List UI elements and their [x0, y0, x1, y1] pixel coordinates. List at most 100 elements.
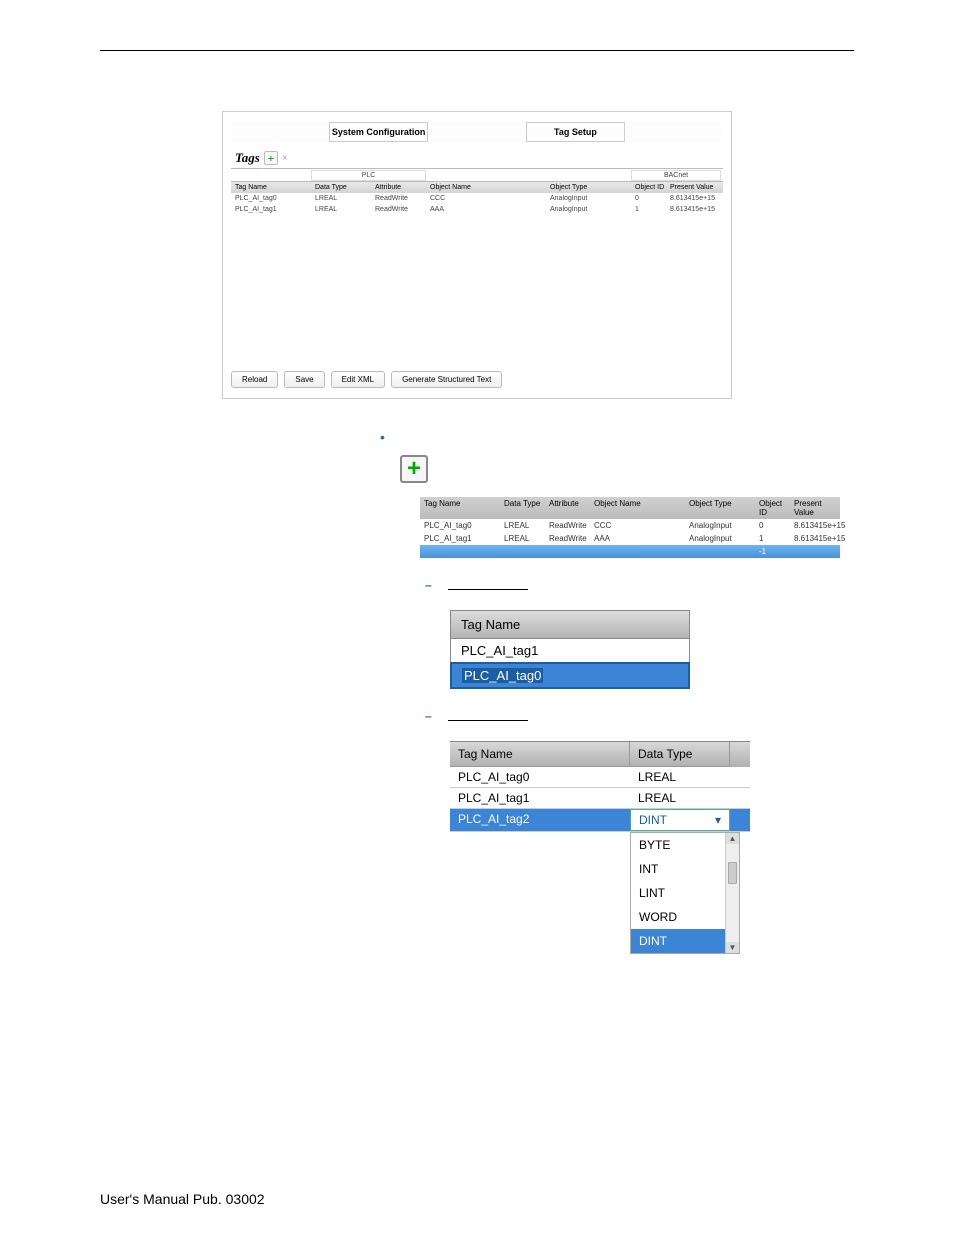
- col-tag-name[interactable]: Tag Name: [451, 611, 689, 639]
- col-data-type[interactable]: Data Type: [630, 742, 730, 767]
- col-data-type[interactable]: Data Type: [311, 182, 371, 193]
- dropdown-option[interactable]: BYTE: [631, 833, 725, 857]
- cell-dt: LREAL: [500, 519, 545, 532]
- dropdown-option[interactable]: LINT: [631, 881, 725, 905]
- cell-dt: [500, 545, 545, 558]
- dropdown-option[interactable]: INT: [631, 857, 725, 881]
- cell-ot: [685, 545, 755, 558]
- footer-text: User's Manual Pub. 03002: [100, 1191, 265, 1207]
- cell-attr: ReadWrite: [545, 519, 590, 532]
- close-icon[interactable]: ×: [282, 153, 288, 164]
- cell-pv: 8.613415e+15: [666, 204, 721, 215]
- table-row[interactable]: PLC_AI_tag1: [451, 639, 689, 663]
- scroll-up-icon[interactable]: ▲: [726, 833, 739, 844]
- tag-table-highlighted: Tag Name Data Type Attribute Object Name…: [420, 497, 840, 558]
- cell-tag: PLC_AI_tag1: [420, 532, 500, 545]
- col-attribute[interactable]: Attribute: [545, 497, 590, 519]
- chevron-down-icon: ▾: [715, 813, 721, 827]
- cell-pv: 8.613415e+15: [790, 519, 840, 532]
- col-present-value[interactable]: Present Value: [790, 497, 840, 519]
- cell-pv: [790, 545, 840, 558]
- group-bacnet: BACnet: [631, 170, 721, 181]
- plus-icon[interactable]: +: [264, 151, 278, 165]
- cell-pv: 8.613415e+15: [790, 532, 840, 545]
- table-row[interactable]: PLC_AI_tag0 LREAL: [450, 767, 750, 788]
- col-tag-name[interactable]: Tag Name: [231, 182, 311, 193]
- select-value: DINT: [639, 813, 667, 827]
- scroll-down-icon[interactable]: ▼: [726, 942, 739, 953]
- col-object-type[interactable]: Object Type: [685, 497, 755, 519]
- col-attribute[interactable]: Attribute: [371, 182, 426, 193]
- cell-dt: LREAL: [311, 193, 371, 204]
- tag-name-column-edit: Tag Name PLC_AI_tag1 PLC_AI_tag0: [450, 610, 690, 689]
- data-type-select[interactable]: DINT ▾: [630, 809, 730, 831]
- dash-icon: –: [425, 709, 432, 723]
- tab-tag-setup[interactable]: Tag Setup: [526, 122, 624, 142]
- tag-setup-panel: System Configuration Tag Setup Tags + × …: [222, 111, 732, 399]
- cell-oid: 0: [755, 519, 790, 532]
- col-object-id[interactable]: Object ID: [631, 182, 666, 193]
- table-row[interactable]: PLC_AI_tag1 LREAL ReadWrite AAA AnalogIn…: [231, 204, 723, 215]
- edit-input[interactable]: PLC_AI_tag0: [462, 668, 543, 683]
- table-body: [231, 215, 723, 365]
- scrollbar[interactable]: ▲ ▼: [725, 833, 739, 953]
- tab-system-config[interactable]: System Configuration: [329, 122, 427, 142]
- table-row[interactable]: PLC_AI_tag0 LREAL ReadWrite CCC AnalogIn…: [231, 193, 723, 204]
- table-row[interactable]: PLC_AI_tag1 LREAL: [450, 788, 750, 809]
- group-plc: PLC: [311, 170, 426, 181]
- table-row[interactable]: PLC_AI_tag0 LREAL ReadWrite CCC AnalogIn…: [420, 519, 840, 532]
- table-row-new[interactable]: -1: [420, 545, 840, 558]
- cell-ot: AnalogInput: [546, 204, 631, 215]
- cell-tag: PLC_AI_tag1: [450, 788, 630, 808]
- cell-dt: LREAL: [500, 532, 545, 545]
- table-header: Tag Name Data Type Attribute Object Name…: [420, 497, 840, 519]
- cell-on: CCC: [426, 193, 546, 204]
- group-header-row: PLC BACnet: [231, 170, 723, 181]
- col-object-id[interactable]: Object ID: [755, 497, 790, 519]
- cell-dt: LREAL: [630, 788, 730, 808]
- tab-spacer3: [625, 122, 723, 142]
- col-tag-name[interactable]: Tag Name: [450, 742, 630, 767]
- cell-oid: -1: [755, 545, 790, 558]
- cell-ot: AnalogInput: [685, 532, 755, 545]
- bullet-icon: •: [380, 429, 385, 445]
- scroll-thumb[interactable]: [728, 862, 737, 884]
- plus-icon[interactable]: +: [400, 455, 428, 483]
- col-data-type[interactable]: Data Type: [500, 497, 545, 519]
- dropdown-option-selected[interactable]: DINT: [631, 929, 725, 953]
- generate-st-button[interactable]: Generate Structured Text: [391, 371, 502, 388]
- underline: [448, 580, 528, 590]
- cell-attr: ReadWrite: [545, 532, 590, 545]
- col-object-type[interactable]: Object Type: [546, 182, 631, 193]
- dropdown-option[interactable]: WORD: [631, 905, 725, 929]
- button-bar: Reload Save Edit XML Generate Structured…: [231, 371, 723, 388]
- col-object-name[interactable]: Object Name: [590, 497, 685, 519]
- col-tag-name[interactable]: Tag Name: [420, 497, 500, 519]
- sub-bullet: –: [425, 709, 854, 723]
- bullet-row: •: [380, 429, 854, 445]
- tags-heading: Tags + ×: [235, 150, 288, 166]
- data-type-dropdown-table: Tag Name Data Type PLC_AI_tag0 LREAL PLC…: [450, 741, 750, 954]
- divider: [231, 168, 723, 169]
- cell-tag: PLC_AI_tag1: [231, 204, 311, 215]
- underline: [448, 711, 528, 721]
- cell-tag: PLC_AI_tag0: [420, 519, 500, 532]
- table-row-editing[interactable]: PLC_AI_tag0: [450, 662, 690, 689]
- table-row-selected[interactable]: PLC_AI_tag2 DINT ▾: [450, 809, 750, 832]
- cell-ot: AnalogInput: [685, 519, 755, 532]
- col-object-name[interactable]: Object Name: [426, 182, 546, 193]
- col-present-value[interactable]: Present Value: [666, 182, 721, 193]
- tags-text: Tags: [235, 150, 260, 166]
- cell-oid: 1: [755, 532, 790, 545]
- sub-bullet: –: [425, 578, 854, 592]
- reload-button[interactable]: Reload: [231, 371, 278, 388]
- cell-on: AAA: [590, 532, 685, 545]
- cell-attr: [545, 545, 590, 558]
- save-button[interactable]: Save: [284, 371, 324, 388]
- cell-pv: 8.613415e+15: [666, 193, 721, 204]
- table-row[interactable]: PLC_AI_tag1 LREAL ReadWrite AAA AnalogIn…: [420, 532, 840, 545]
- cell-dt: LREAL: [630, 767, 730, 787]
- edit-xml-button[interactable]: Edit XML: [331, 371, 385, 388]
- cell-on: AAA: [426, 204, 546, 215]
- cell-oid: 0: [631, 193, 666, 204]
